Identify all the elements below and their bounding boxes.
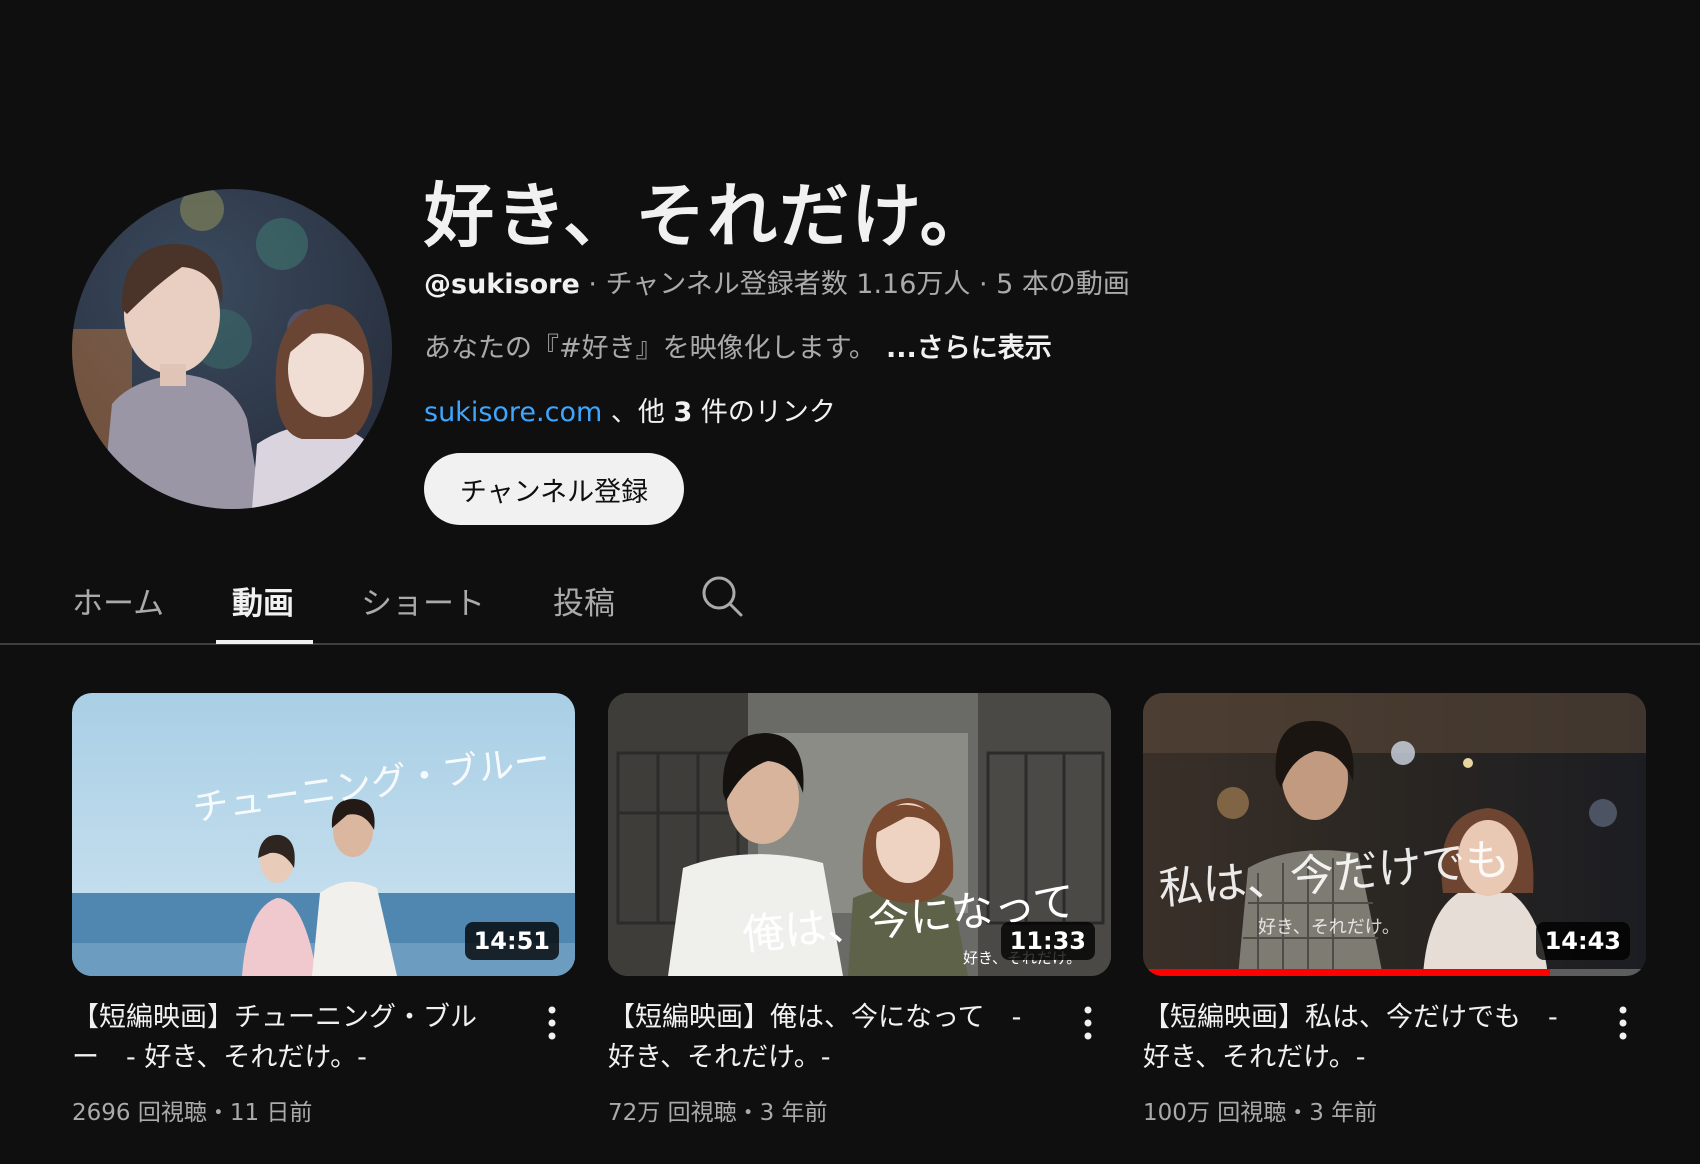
channel-title: 好き、それだけ。 (424, 175, 992, 257)
video-duration: 14:51 (464, 922, 559, 960)
video-card: チューニング・ブルー 14:51 【短編映画】チューニング・ブルー - 好き、そ… (72, 693, 575, 1126)
active-tab-indicator (216, 640, 313, 644)
other-links-count: 3 (673, 397, 693, 428)
search-icon[interactable] (700, 574, 744, 622)
watch-progress-bar (1143, 969, 1646, 976)
video-title[interactable]: 【短編映画】チューニング・ブルー - 好き、それだけ。- (72, 998, 512, 1078)
channel-description: あなたの『#好き』を映像化します。 (424, 333, 876, 364)
tab-shorts[interactable]: ショート (361, 578, 485, 623)
video-duration: 11:33 (1000, 922, 1095, 960)
other-links-suffix: 件のリンク (692, 397, 836, 428)
channel-website-link[interactable]: sukisore.com (424, 397, 602, 428)
video-duration: 14:43 (1535, 922, 1630, 960)
more-vert-icon[interactable] (546, 1005, 558, 1045)
channel-handle: @sukisore (424, 269, 580, 300)
tab-posts[interactable]: 投稿 (553, 578, 615, 623)
channel-meta: @sukisore · チャンネル登録者数 1.16万人 · 5 本の動画 (424, 262, 1130, 301)
channel-page: 好き、それだけ。 @sukisore · チャンネル登録者数 1.16万人 · … (0, 0, 1700, 1164)
channel-tabs: ホーム 動画 ショート 投稿 (0, 560, 1700, 645)
thumbnail-overlay-subtext: 好き、それだけ。 (1258, 917, 1400, 938)
channel-description-row[interactable]: あなたの『#好き』を映像化します。 ...さらに表示 (424, 326, 1052, 365)
video-title[interactable]: 【短編映画】俺は、今になって - 好き、それだけ。- (608, 998, 1048, 1078)
tab-home[interactable]: ホーム (72, 578, 164, 623)
more-vert-icon[interactable] (1617, 1005, 1629, 1045)
video-card: 俺は、今になって 好き、それだけ。 11:33 【短編映画】俺は、今になって -… (608, 693, 1111, 1126)
other-links-prefix: 、他 (602, 397, 674, 428)
video-meta: 100万 回視聴・3 年前 (1143, 1100, 1378, 1126)
other-links-button[interactable]: 、他 3 件のリンク (602, 397, 836, 428)
video-title[interactable]: 【短編映画】私は、今だけでも - 好き、それだけ。- (1143, 998, 1583, 1078)
video-card: 私は、今だけでも 好き、それだけ。 14:43 【短編映画】私は、今だけでも -… (1143, 693, 1646, 1126)
video-meta: 72万 回視聴・3 年前 (608, 1100, 828, 1126)
channel-stats: · チャンネル登録者数 1.16万人 · 5 本の動画 (579, 269, 1130, 300)
video-meta: 2696 回視聴・11 日前 (72, 1100, 313, 1126)
more-vert-icon[interactable] (1082, 1005, 1094, 1045)
channel-avatar[interactable] (72, 189, 392, 509)
watch-progress-fill (1143, 969, 1551, 976)
show-more-link[interactable]: ...さらに表示 (886, 333, 1052, 364)
channel-links: sukisore.com 、他 3 件のリンク (424, 390, 836, 429)
avatar-illustration (72, 189, 392, 509)
tab-videos[interactable]: 動画 (232, 578, 294, 623)
subscribe-button[interactable]: チャンネル登録 (424, 453, 684, 525)
video-thumbnail[interactable]: チューニング・ブルー 14:51 (72, 693, 575, 976)
video-thumbnail[interactable]: 私は、今だけでも 好き、それだけ。 14:43 (1143, 693, 1646, 976)
video-thumbnail[interactable]: 俺は、今になって 好き、それだけ。 11:33 (608, 693, 1111, 976)
